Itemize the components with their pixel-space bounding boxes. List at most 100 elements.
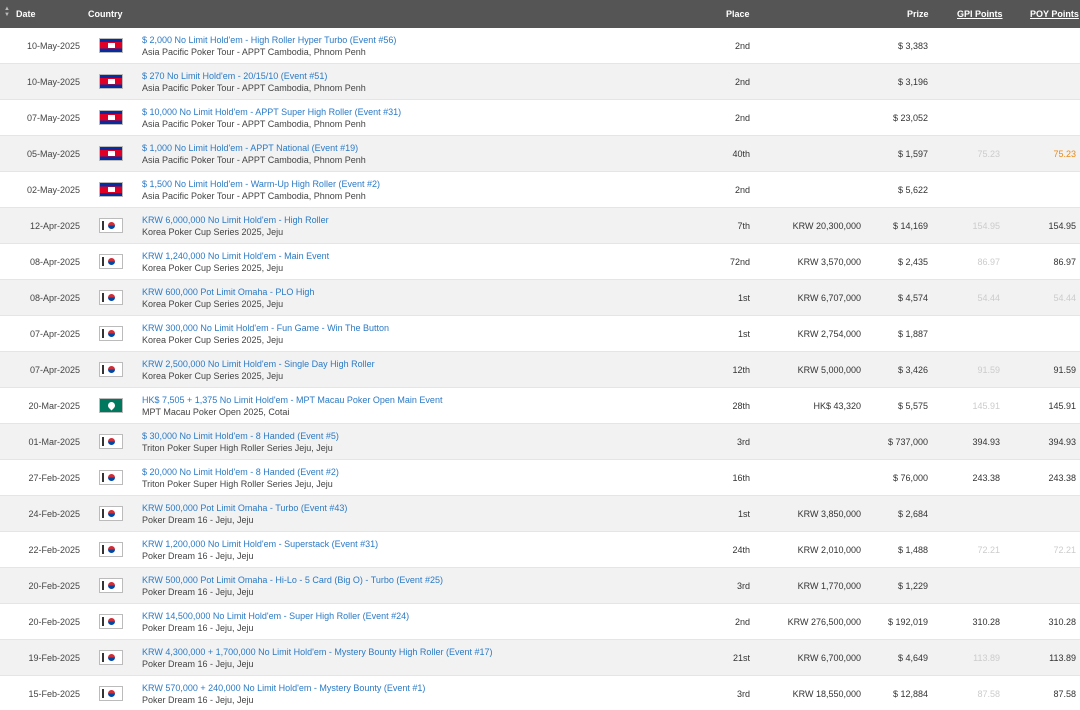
country-flag-icon bbox=[99, 506, 123, 521]
country-flag-icon bbox=[99, 398, 123, 413]
gpi-points: 243.38 bbox=[972, 473, 1000, 483]
poy-points: 243.38 bbox=[1048, 473, 1076, 483]
event-cell: $ 20,000 No Limit Hold'em - 8 Handed (Ev… bbox=[142, 466, 702, 490]
usd-prize: $ 1,488 bbox=[897, 545, 928, 555]
poy-points: 54.44 bbox=[1053, 293, 1076, 303]
poy-points: 72.21 bbox=[1053, 545, 1076, 555]
event-cell: KRW 500,000 Pot Limit Omaha - Hi-Lo - 5 … bbox=[142, 574, 702, 598]
tour-name: Asia Pacific Poker Tour - APPT Cambodia,… bbox=[142, 47, 366, 57]
tour-name: Korea Poker Cup Series 2025, Jeju bbox=[142, 335, 284, 345]
table-row: 19-Feb-2025 KRW 4,300,000 + 1,700,000 No … bbox=[0, 640, 1080, 676]
event-link[interactable]: KRW 14,500,000 No Limit Hold'em - Super … bbox=[142, 610, 702, 622]
tour-name: Korea Poker Cup Series 2025, Jeju bbox=[142, 299, 284, 309]
poy-points: 113.89 bbox=[1049, 653, 1076, 663]
header-gpi-points[interactable]: GPI Points bbox=[957, 9, 1003, 19]
header-poy-points[interactable]: POY Points bbox=[1030, 9, 1079, 19]
result-date: 12-Apr-2025 bbox=[29, 221, 80, 231]
results-table: ▲ ▼ Date Country Place Prize GPI Points P… bbox=[0, 0, 1080, 710]
result-date: 02-May-2025 bbox=[26, 185, 80, 195]
table-row: 10-May-2025 $ 2,000 No Limit Hold'em - Hi… bbox=[0, 28, 1080, 64]
usd-prize: $ 5,622 bbox=[897, 185, 928, 195]
finish-place: 2nd bbox=[734, 41, 750, 51]
event-link[interactable]: $ 1,500 No Limit Hold'em - Warm-Up High … bbox=[142, 178, 702, 190]
usd-prize: $ 2,684 bbox=[897, 509, 928, 519]
usd-prize: $ 1,597 bbox=[897, 149, 928, 159]
result-date: 24-Feb-2025 bbox=[28, 509, 80, 519]
country-flag-icon bbox=[99, 578, 123, 593]
result-date: 05-May-2025 bbox=[26, 149, 80, 159]
gpi-points: 54.44 bbox=[977, 293, 1000, 303]
event-link[interactable]: KRW 1,240,000 No Limit Hold'em - Main Ev… bbox=[142, 250, 702, 262]
event-link[interactable]: KRW 500,000 Pot Limit Omaha - Hi-Lo - 5 … bbox=[142, 574, 702, 586]
usd-prize: $ 192,019 bbox=[887, 617, 928, 627]
header-place[interactable]: Place bbox=[726, 9, 750, 19]
local-prize: KRW 5,000,000 bbox=[797, 365, 861, 375]
finish-place: 3rd bbox=[736, 689, 750, 699]
header-prize[interactable]: Prize bbox=[907, 9, 929, 19]
event-cell: HK$ 7,505 + 1,375 No Limit Hold'em - MPT… bbox=[142, 394, 702, 418]
event-cell: $ 10,000 No Limit Hold'em - APPT Super H… bbox=[142, 106, 702, 130]
result-date: 08-Apr-2025 bbox=[29, 257, 80, 267]
poy-points: 145.91 bbox=[1048, 401, 1076, 411]
table-row: 02-May-2025 $ 1,500 No Limit Hold'em - Wa… bbox=[0, 172, 1080, 208]
local-prize: KRW 2,010,000 bbox=[797, 545, 861, 555]
table-row: 07-Apr-2025 KRW 2,500,000 No Limit Hold'e… bbox=[0, 352, 1080, 388]
usd-prize: $ 5,575 bbox=[897, 401, 928, 411]
finish-place: 2nd bbox=[734, 77, 750, 87]
finish-place: 40th bbox=[732, 149, 750, 159]
tour-name: Poker Dream 16 - Jeju, Jeju bbox=[142, 587, 254, 597]
event-link[interactable]: $ 270 No Limit Hold'em - 20/15/10 (Event… bbox=[142, 70, 702, 82]
event-link[interactable]: KRW 1,200,000 No Limit Hold'em - Superst… bbox=[142, 538, 702, 550]
event-link[interactable]: $ 30,000 No Limit Hold'em - 8 Handed (Ev… bbox=[142, 430, 702, 442]
event-link[interactable]: HK$ 7,505 + 1,375 No Limit Hold'em - MPT… bbox=[142, 394, 702, 406]
finish-place: 2nd bbox=[734, 185, 750, 195]
result-date: 19-Feb-2025 bbox=[28, 653, 80, 663]
tour-name: Asia Pacific Poker Tour - APPT Cambodia,… bbox=[142, 191, 366, 201]
tour-name: Korea Poker Cup Series 2025, Jeju bbox=[142, 371, 284, 381]
gpi-points: 91.59 bbox=[977, 365, 1000, 375]
event-link[interactable]: $ 2,000 No Limit Hold'em - High Roller H… bbox=[142, 34, 702, 46]
country-flag-icon bbox=[99, 434, 123, 449]
table-row: 20-Mar-2025 HK$ 7,505 + 1,375 No Limit Ho… bbox=[0, 388, 1080, 424]
header-country[interactable]: Country bbox=[88, 9, 123, 19]
local-prize: KRW 20,300,000 bbox=[792, 221, 861, 231]
local-prize: KRW 276,500,000 bbox=[787, 617, 861, 627]
header-date[interactable]: Date bbox=[16, 9, 36, 19]
result-date: 20-Feb-2025 bbox=[28, 581, 80, 591]
event-cell: KRW 4,300,000 + 1,700,000 No Limit Hold'… bbox=[142, 646, 702, 670]
table-row: 01-Mar-2025 $ 30,000 No Limit Hold'em - 8… bbox=[0, 424, 1080, 460]
tour-name: Triton Poker Super High Roller Series Je… bbox=[142, 443, 333, 453]
finish-place: 72nd bbox=[729, 257, 750, 267]
event-link[interactable]: $ 1,000 No Limit Hold'em - APPT National… bbox=[142, 142, 702, 154]
local-prize: KRW 3,570,000 bbox=[797, 257, 861, 267]
result-date: 10-May-2025 bbox=[26, 41, 80, 51]
event-link[interactable]: KRW 300,000 No Limit Hold'em - Fun Game … bbox=[142, 322, 702, 334]
country-flag-icon bbox=[99, 290, 123, 305]
event-link[interactable]: KRW 570,000 + 240,000 No Limit Hold'em -… bbox=[142, 682, 702, 694]
event-cell: KRW 1,200,000 No Limit Hold'em - Superst… bbox=[142, 538, 702, 562]
event-link[interactable]: KRW 500,000 Pot Limit Omaha - Turbo (Eve… bbox=[142, 502, 702, 514]
local-prize: KRW 6,700,000 bbox=[797, 653, 861, 663]
event-cell: $ 30,000 No Limit Hold'em - 8 Handed (Ev… bbox=[142, 430, 702, 454]
event-link[interactable]: $ 10,000 No Limit Hold'em - APPT Super H… bbox=[142, 106, 702, 118]
usd-prize: $ 2,435 bbox=[897, 257, 928, 267]
result-date: 07-Apr-2025 bbox=[29, 329, 80, 339]
event-link[interactable]: KRW 600,000 Pot Limit Omaha - PLO High bbox=[142, 286, 702, 298]
sort-icon[interactable]: ▲ ▼ bbox=[4, 6, 10, 18]
event-link[interactable]: KRW 4,300,000 + 1,700,000 No Limit Hold'… bbox=[142, 646, 702, 658]
usd-prize: $ 14,169 bbox=[892, 221, 928, 231]
table-row: 05-May-2025 $ 1,000 No Limit Hold'em - AP… bbox=[0, 136, 1080, 172]
event-link[interactable]: KRW 6,000,000 No Limit Hold'em - High Ro… bbox=[142, 214, 702, 226]
finish-place: 28th bbox=[732, 401, 750, 411]
country-flag-icon bbox=[99, 650, 123, 665]
tour-name: Poker Dream 16 - Jeju, Jeju bbox=[142, 659, 254, 669]
table-header: ▲ ▼ Date Country Place Prize GPI Points P… bbox=[0, 0, 1080, 28]
event-link[interactable]: KRW 2,500,000 No Limit Hold'em - Single … bbox=[142, 358, 702, 370]
local-prize: KRW 2,754,000 bbox=[797, 329, 861, 339]
country-flag-icon bbox=[99, 146, 123, 161]
event-cell: KRW 500,000 Pot Limit Omaha - Turbo (Eve… bbox=[142, 502, 702, 526]
result-date: 07-May-2025 bbox=[26, 113, 80, 123]
finish-place: 1st bbox=[737, 329, 750, 339]
event-link[interactable]: $ 20,000 No Limit Hold'em - 8 Handed (Ev… bbox=[142, 466, 702, 478]
local-prize: KRW 1,770,000 bbox=[797, 581, 861, 591]
